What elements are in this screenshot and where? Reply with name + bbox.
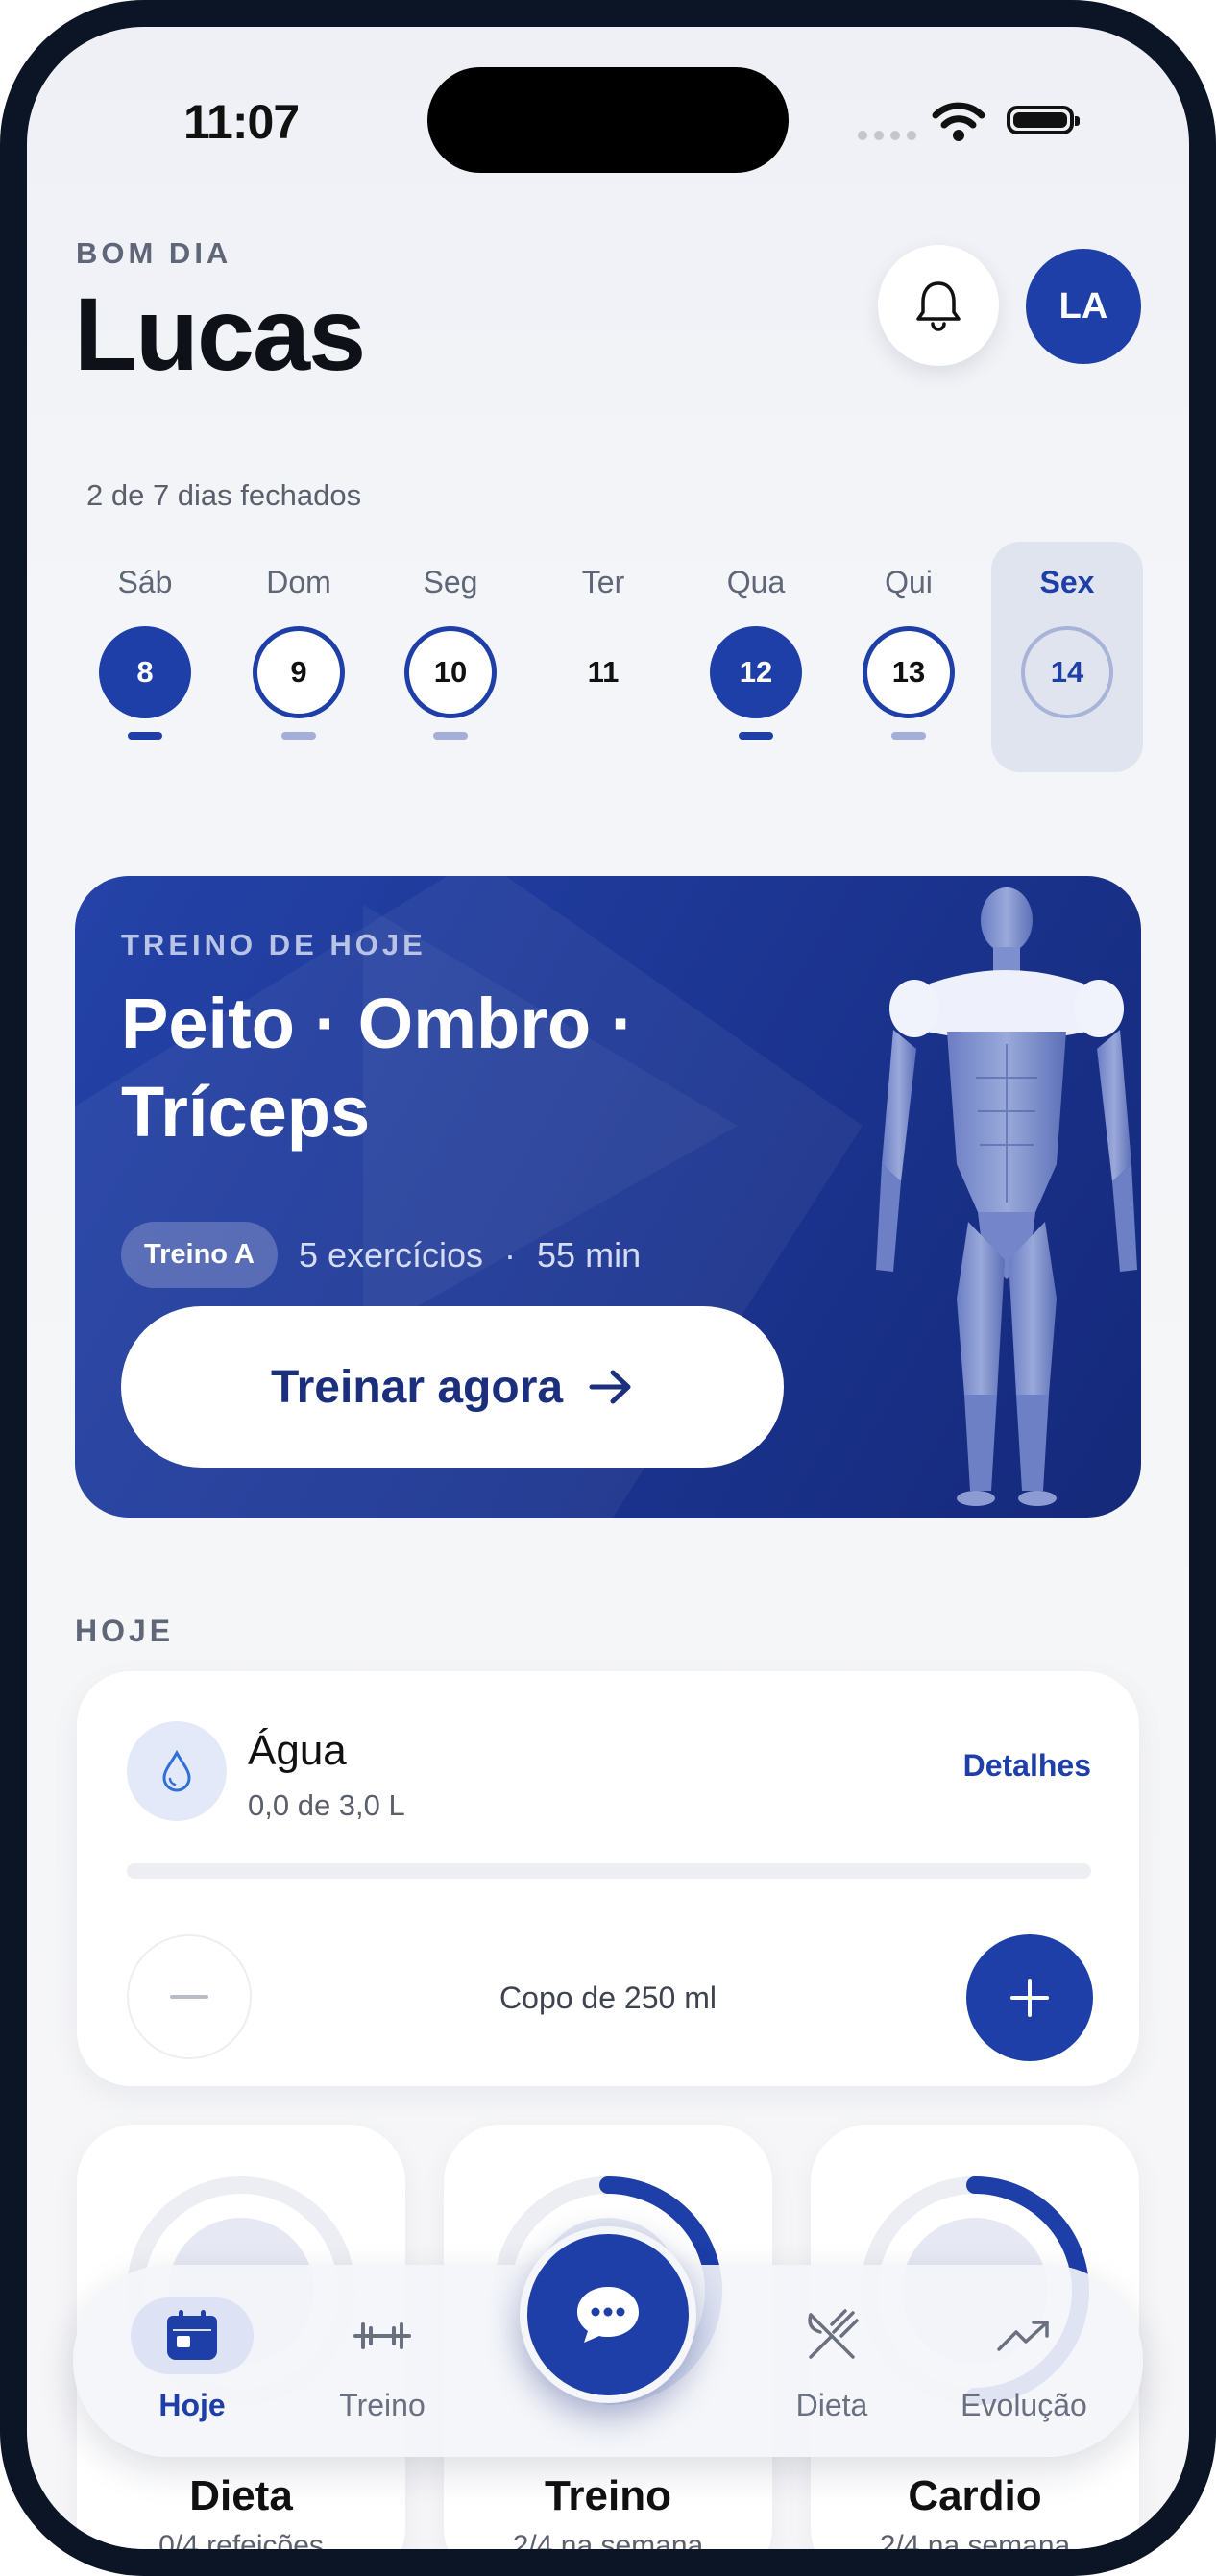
notifications-button[interactable] [878, 245, 999, 366]
stat-subtitle: 2/4 na semana [512, 2530, 704, 2549]
workout-meta: Treino A 5 exercícios · 55 min [121, 1222, 641, 1288]
day-label: Seg [423, 565, 478, 599]
week-summary: 2 de 7 dias fechados [86, 478, 362, 512]
stat-subtitle: 2/4 na semana [879, 2530, 1071, 2549]
meta-separator: · [504, 1234, 517, 1275]
day-indicator [739, 732, 773, 740]
stat-title: Dieta [189, 2472, 293, 2519]
day-mon[interactable]: Seg 10 [375, 542, 526, 772]
cellular-signal-icon [858, 131, 916, 140]
day-date: 9 [253, 626, 345, 718]
start-workout-label: Treinar agora [270, 1361, 564, 1413]
day-date: 13 [863, 626, 955, 718]
calendar-icon [131, 2297, 254, 2374]
day-indicator [891, 732, 926, 740]
start-workout-button[interactable]: Treinar agora [121, 1306, 784, 1468]
day-date: 10 [404, 626, 497, 718]
day-wed[interactable]: Qua 12 [680, 542, 832, 772]
water-title: Água [248, 1727, 347, 1774]
bell-icon [916, 281, 961, 331]
day-indicator [128, 732, 162, 740]
water-progress-text: 0,0 de 3,0 L [248, 1788, 405, 1822]
water-details-link[interactable]: Detalhes [963, 1748, 1091, 1784]
workout-tag: Treino A [121, 1222, 278, 1288]
tab-label: Evolução [961, 2388, 1087, 2422]
day-sat[interactable]: Sáb 8 [69, 542, 221, 772]
day-label: Sáb [117, 565, 173, 599]
tab-label: Treino [339, 2388, 426, 2422]
trending-up-icon [976, 2297, 1072, 2374]
day-indicator [433, 732, 468, 740]
chat-button[interactable] [520, 2226, 696, 2403]
tab-dieta[interactable]: Dieta [736, 2265, 928, 2457]
exercise-count: 5 exercícios [298, 1234, 484, 1275]
greeting-label: BOM DIA [76, 236, 232, 270]
add-water-button[interactable] [966, 1934, 1093, 2061]
day-indicator [281, 732, 316, 740]
day-fri-today[interactable]: Sex 14 [991, 542, 1143, 772]
today-section-title: HOJE [75, 1614, 175, 1648]
tab-label: Hoje [158, 2388, 226, 2422]
tab-label: Dieta [795, 2388, 868, 2422]
day-sun[interactable]: Dom 9 [223, 542, 375, 772]
stat-title: Treino [544, 2472, 672, 2519]
day-label: Qua [726, 565, 786, 599]
water-card: Água 0,0 de 3,0 L Detalhes Copo de 250 m… [77, 1671, 1139, 2086]
stat-title: Cardio [908, 2472, 1042, 2519]
tab-treino[interactable]: Treino [286, 2265, 478, 2457]
wifi-icon [932, 102, 985, 141]
plus-icon [1010, 1979, 1049, 2017]
workout-duration: 55 min [537, 1234, 642, 1275]
user-avatar[interactable]: LA [1026, 249, 1141, 364]
phone-frame: 11:07 BOM DIA Lucas LA 2 de 7 dias fecha… [0, 0, 1216, 2576]
day-label: Dom [266, 565, 331, 599]
tab-hoje[interactable]: Hoje [96, 2265, 288, 2457]
fork-knife-icon [784, 2297, 880, 2374]
water-progress-bar [127, 1863, 1091, 1879]
status-time: 11:07 [183, 95, 300, 149]
day-tue[interactable]: Ter 11 [527, 542, 679, 772]
day-date: 12 [710, 626, 802, 718]
day-date: 11 [587, 655, 620, 689]
day-label: Sex [1039, 565, 1095, 599]
stat-subtitle: 0/4 refeições [158, 2530, 324, 2549]
chat-icon [577, 2287, 639, 2343]
day-label: Qui [885, 565, 933, 599]
day-thu[interactable]: Qui 13 [833, 542, 985, 772]
dumbbell-icon [334, 2297, 430, 2374]
user-name: Lucas [74, 276, 366, 392]
workout-subtitle: TREINO DE HOJE [121, 928, 426, 961]
week-strip: Sáb 8 Dom 9 Seg 10 Ter 11 Qua 12 Qui 13 … [69, 542, 1143, 772]
muscle-figure-illustration [876, 887, 1137, 1506]
todays-workout-card[interactable]: TREINO DE HOJE Peito · Ombro · Tríceps T… [75, 876, 1141, 1518]
day-date: 14 [1021, 626, 1113, 718]
day-date: 8 [99, 626, 191, 718]
water-drop-icon [127, 1721, 227, 1821]
app-screen: 11:07 BOM DIA Lucas LA 2 de 7 dias fecha… [27, 27, 1189, 2549]
battery-icon [1007, 106, 1080, 134]
day-label: Ter [581, 565, 625, 599]
dynamic-island [427, 67, 789, 173]
workout-title: Peito · Ombro · Tríceps [121, 984, 635, 1152]
tab-evolucao[interactable]: Evolução [928, 2265, 1120, 2457]
arrow-right-icon [589, 1370, 631, 1404]
